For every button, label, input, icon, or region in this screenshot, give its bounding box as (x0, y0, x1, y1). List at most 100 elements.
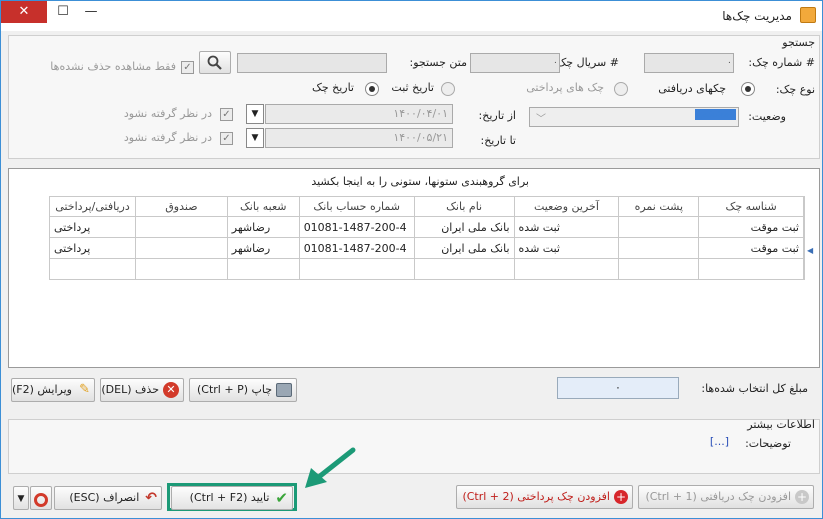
pencil-icon: ✎ (79, 382, 90, 397)
from-date-label: از تاریخ: (478, 109, 516, 122)
print-label: چاپ (Ctrl + P) (196, 383, 272, 396)
table-cell (135, 237, 228, 259)
close-button[interactable]: ✕ (1, 1, 47, 23)
column-header[interactable]: صندوق (135, 196, 228, 217)
help-button[interactable] (30, 486, 52, 510)
column-header[interactable]: شناسه چک (698, 196, 804, 217)
add-icon: + (614, 490, 628, 504)
column-header[interactable]: نام بانک (413, 196, 515, 217)
cancel-button[interactable]: ↶ انصراف (ESC) (54, 486, 162, 510)
chevron-down-icon: ▼ (17, 494, 25, 504)
column-header[interactable]: پشت نمره (618, 196, 700, 217)
minimize-button[interactable]: — (77, 1, 105, 23)
title-bar: مدیریت چک‌ها ✕ ☐ — (1, 1, 822, 31)
from-date-input[interactable]: ۱۴۰۰/۰۴/۰۱ (265, 104, 453, 124)
date-check-label: تاریخ چک (311, 81, 354, 94)
table-cell: رضاشهر (226, 237, 300, 259)
column-header[interactable]: شماره حساب بانک (298, 196, 415, 217)
serial-input[interactable]: ۰ (470, 53, 560, 73)
status-label: وضعیت: (748, 110, 786, 123)
status-select[interactable]: ﹀ نامشخص (529, 107, 739, 127)
group-by-hint: برای گروهبندی ستونها، ستونی را به اینجا … (311, 175, 529, 188)
delete-button[interactable]: ✕ حذف (DEL) (100, 378, 184, 402)
search-icon (207, 55, 222, 70)
table-cell: بانک ملی ایران (413, 216, 515, 238)
add-paid-label: افزودن چک پرداختی (Ctrl + 2) (462, 490, 610, 503)
edit-label: ویرایش (F2) (12, 383, 72, 396)
options-dropdown-button[interactable]: ▼ (13, 486, 29, 510)
check-number-label: # شماره چک: (748, 56, 815, 69)
table-header-row: شناسه چک پشت نمره آخرین وضعیت نام بانک ش… (48, 196, 804, 217)
table-cell: ثبت موقت (698, 216, 804, 238)
checks-grid[interactable]: برای گروهبندی ستونها، ستونی را به اینجا … (8, 168, 820, 368)
add-received-button[interactable]: + افزودن چک دریافتی (Ctrl + 1) (638, 485, 814, 509)
add-received-label: افزودن چک دریافتی (Ctrl + 1) (645, 490, 791, 503)
from-ignore-checkbox[interactable]: ✓ (220, 108, 233, 121)
search-text-label: متن جستجو: (409, 56, 467, 69)
serial-label: # سریال چک: (552, 56, 619, 69)
deleted-only-checkbox[interactable]: ✓ (181, 61, 194, 74)
table-cell (135, 258, 228, 280)
checks-table: شناسه چک پشت نمره آخرین وضعیت نام بانک ش… (48, 196, 804, 280)
main-window: مدیریت چک‌ها ✕ ☐ — جستجو # شماره چک: ۰ #… (0, 0, 823, 519)
check-number-value: ۰ (727, 58, 732, 68)
table-cell (226, 258, 300, 280)
search-text-input[interactable] (237, 53, 387, 73)
search-group: جستجو # شماره چک: ۰ # سریال چک: ۰ متن جس… (8, 35, 820, 159)
table-cell (618, 237, 700, 259)
maximize-button[interactable]: ☐ (49, 1, 77, 23)
table-cell: پرداختی (48, 216, 137, 238)
search-button[interactable] (199, 51, 231, 74)
ok-label: تایید (Ctrl + F2) (189, 491, 270, 504)
check-number-input[interactable]: ۰ (644, 53, 734, 73)
edit-button[interactable]: ✎ ویرایش (F2) (11, 378, 95, 402)
printer-icon (276, 383, 292, 397)
from-date-dropdown[interactable]: ▼ (246, 104, 264, 124)
ok-button[interactable]: ✔ تایید (Ctrl + F2) (171, 486, 293, 510)
date-check-radio[interactable] (365, 82, 379, 96)
to-date-label: تا تاریخ: (480, 134, 516, 147)
type-received-label: چکهای دریافتی (658, 82, 726, 95)
delete-icon: ✕ (163, 382, 179, 398)
to-ignore-label: در نظر گرفته نشود (123, 131, 212, 144)
to-date-dropdown[interactable]: ▼ (246, 128, 264, 148)
table-cell: ثبت شده (513, 237, 620, 259)
table-cell (618, 258, 700, 280)
table-cell: ثبت شده (513, 216, 620, 238)
sum-label: مبلغ کل انتخاب شده‌ها: (701, 382, 808, 395)
sum-value: ۰ (557, 377, 679, 399)
status-value: نامشخص (695, 109, 736, 120)
table-cell: 01081-1487-200-4 (298, 237, 415, 259)
type-received-radio[interactable] (741, 82, 755, 96)
table-cell (413, 258, 515, 280)
add-paid-button[interactable]: + افزودن چک پرداختی (Ctrl + 2) (456, 485, 633, 509)
more-info-title: اطلاعات بیشتر (747, 418, 815, 431)
table-cell: بانک ملی ایران (413, 237, 515, 259)
type-paid-radio[interactable] (614, 82, 628, 96)
type-paid-label: چک های پرداختی (526, 81, 604, 94)
table-cell (298, 258, 415, 280)
to-ignore-checkbox[interactable]: ✓ (220, 132, 233, 145)
table-row[interactable]: ثبت موقت ثبت شده بانک ملی ایران 01081-14… (48, 216, 804, 238)
table-cell (513, 258, 620, 280)
app-icon (800, 7, 816, 23)
search-group-title: جستجو (782, 36, 815, 49)
notes-label: توضیحات: (745, 437, 791, 450)
print-button[interactable]: چاپ (Ctrl + P) (189, 378, 297, 402)
table-row[interactable]: ثبت موقت ثبت شده بانک ملی ایران 01081-14… (48, 237, 804, 259)
add-icon: + (795, 490, 809, 504)
table-cell: پرداختی (48, 237, 137, 259)
to-date-input[interactable]: ۱۴۰۰/۰۵/۲۱ (265, 128, 453, 148)
delete-label: حذف (DEL) (101, 383, 159, 396)
check-type-label: نوع چک: (775, 83, 815, 96)
column-header[interactable]: دریافتی/پرداختی (48, 196, 137, 217)
from-ignore-label: در نظر گرفته نشود (123, 107, 212, 120)
annotation-arrow (305, 447, 356, 488)
checkmark-icon: ✔ (275, 489, 288, 507)
column-header[interactable]: آخرین وضعیت (513, 196, 620, 217)
notes-link[interactable]: [...] (710, 435, 729, 448)
date-registered-radio[interactable] (441, 82, 455, 96)
table-row-new[interactable] (48, 258, 804, 280)
window-title: مدیریت چک‌ها (722, 9, 792, 23)
column-header[interactable]: شعبه بانک (226, 196, 300, 217)
